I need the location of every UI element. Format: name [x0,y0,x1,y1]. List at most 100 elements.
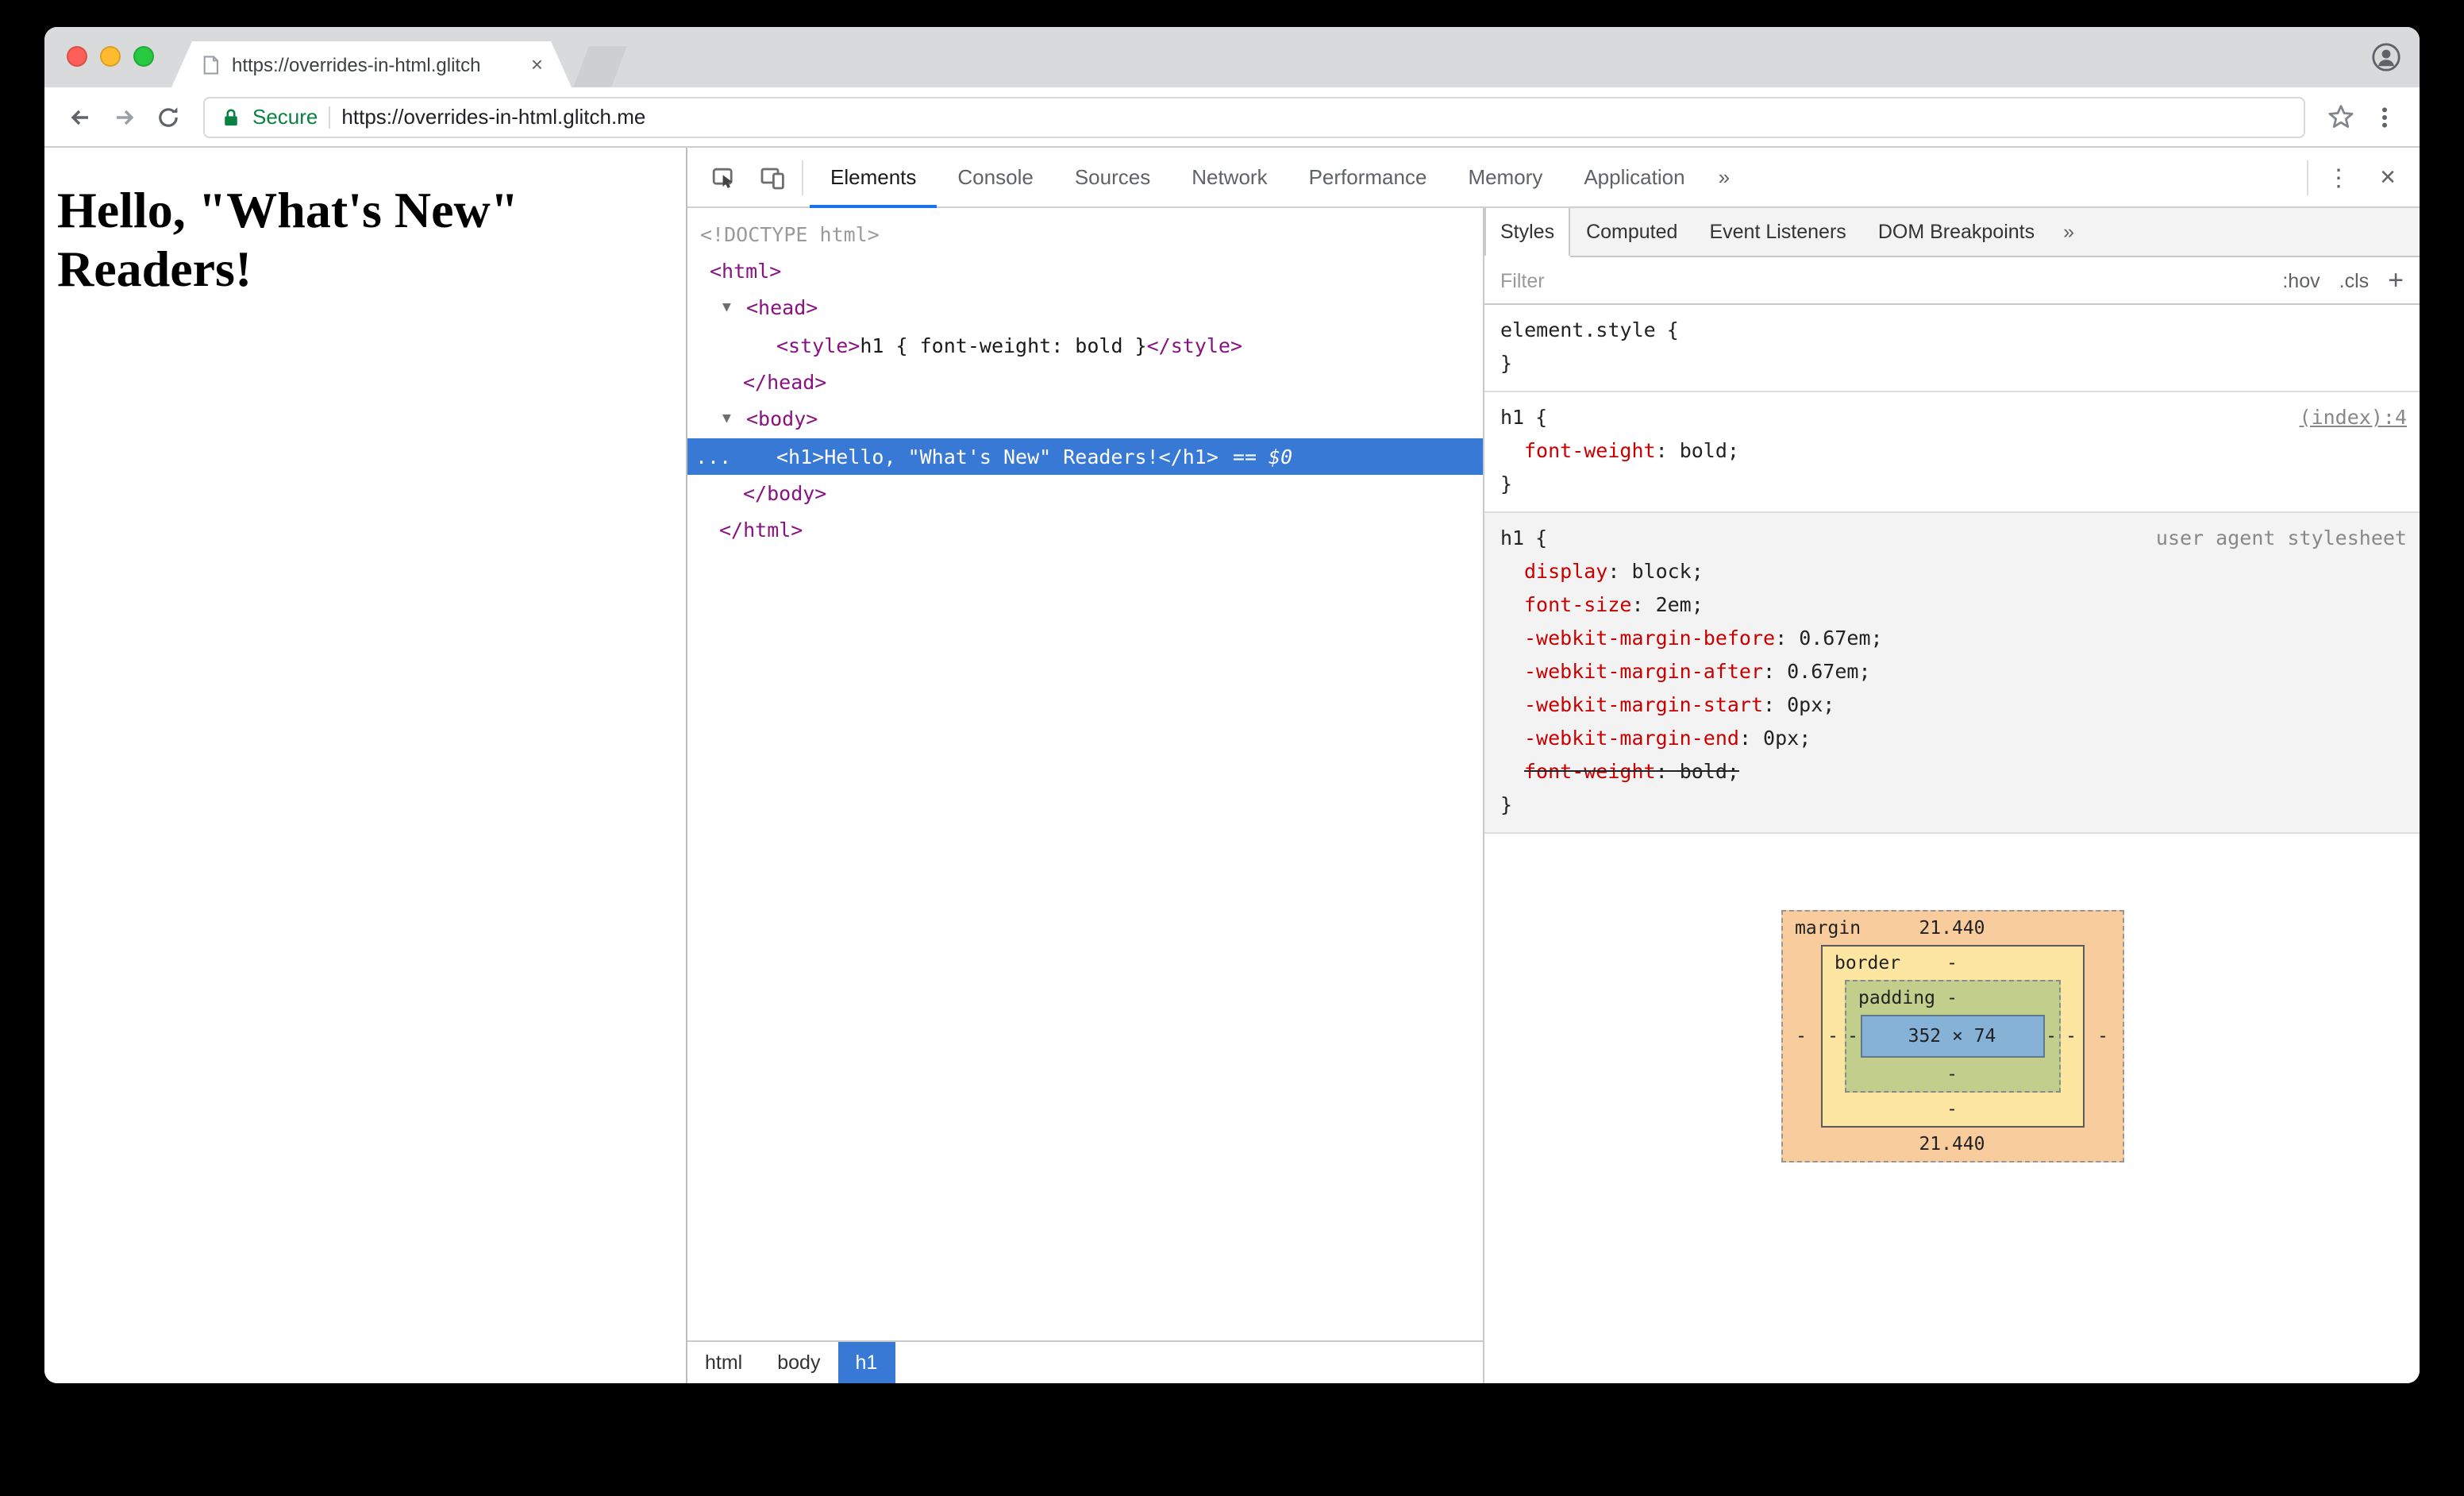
tree-row-h1-selected[interactable]: ... <h1>Hello, "What's New" Readers!</h1>… [687,438,1483,475]
devtools-tab-elements[interactable]: Elements [810,147,937,207]
tab-strip: https://overrides-in-html.glitch × [44,27,2420,87]
margin-bottom-value: 21.440 [1919,1132,1985,1155]
devtools-toolbar: Elements Console Sources Network Perform… [687,148,2420,208]
padding-left-value: - [1847,1024,1858,1047]
browser-menu-icon[interactable] [2362,94,2407,139]
url-separator [329,106,331,128]
zoom-window-button[interactable] [133,46,154,67]
back-button[interactable] [57,94,102,139]
border-right-value: - [2066,1024,2077,1047]
tab-close-icon[interactable]: × [531,54,543,75]
padding-label: padding [1858,986,1935,1008]
dollar-zero-hint: == $0 [1232,445,1293,468]
traffic-lights [67,46,154,67]
css-property: font-size: 2em; [1524,592,1704,616]
secure-label: Secure [252,105,318,129]
css-property[interactable]: font-weight: bold; [1500,434,2404,467]
rule-selector[interactable]: h1 [1500,405,1524,429]
new-tab-button[interactable] [573,46,627,87]
devtools: Elements Console Sources Network Perform… [687,148,2420,1383]
navigation-toolbar: Secure https://overrides-in-html.glitch.… [44,87,2420,148]
devtools-tab-application[interactable]: Application [1563,147,1705,207]
minimize-window-button[interactable] [100,46,121,67]
box-model-padding: padding - - 352 × 74 - - [1844,980,2060,1093]
sidebar-tab-dom-breakpoints[interactable]: DOM Breakpoints [1862,208,2050,256]
devtools-toolbar-right: ⋮ × [2300,147,2420,207]
window-content: Hello, "What's New" Readers! Elements Co… [44,148,2420,1383]
tree-row-html-close[interactable]: </html> [687,511,1483,548]
sidebar-tab-computed[interactable]: Computed [1570,208,1693,256]
elements-tree: <!DOCTYPE html> <html> ▼ <head> <style>h1… [687,208,1483,1340]
screen: https://overrides-in-html.glitch × Secur… [0,0,2464,1496]
inspect-element-icon[interactable] [700,147,748,207]
style-section-inline[interactable]: (index):4 h1{ font-weight: bold; } [1484,392,2420,513]
styles-sidebar: Styles Computed Event Listeners DOM Brea… [1484,208,2420,1383]
more-tabs-chevron[interactable]: » [1706,148,1742,206]
margin-label: margin [1795,916,1861,939]
breadcrumb-body[interactable]: body [760,1342,837,1383]
tree-row-head[interactable]: ▼ <head> [687,289,1483,327]
sidebar-more-chevron[interactable]: » [2050,208,2087,256]
devtools-close-icon[interactable]: × [2362,161,2413,193]
overflow-ellipsis[interactable]: ... [695,438,731,475]
devtools-tab-network[interactable]: Network [1171,147,1288,207]
border-top-value: - [1946,951,1958,974]
toolbar-separator [2307,160,2308,195]
lock-icon [225,108,237,125]
rule-selector[interactable]: element.style [1500,318,1656,341]
breadcrumb-bar: html body h1 [687,1340,1483,1383]
breadcrumb-html[interactable]: html [687,1342,760,1383]
element-classes-button[interactable]: .cls [2339,269,2370,291]
sidebar-tab-event-listeners[interactable]: Event Listeners [1693,208,1861,256]
devtools-tab-sources[interactable]: Sources [1054,147,1171,207]
css-property-overridden: font-weight: bold; [1524,759,1739,783]
content-size-value: 352 × 74 [1908,1024,1996,1047]
sidebar-tab-styles[interactable]: Styles [1484,208,1571,256]
new-style-rule-button[interactable]: + [2388,267,2404,294]
browser-tab[interactable]: https://overrides-in-html.glitch × [171,41,572,87]
device-toolbar-icon[interactable] [748,147,795,207]
css-property: display: block; [1524,559,1704,583]
reload-button[interactable] [146,94,191,139]
tree-row-html[interactable]: <html> [687,253,1483,289]
profile-icon[interactable] [2372,43,2400,71]
border-label: border [1835,951,1901,974]
devtools-tab-memory[interactable]: Memory [1447,147,1563,207]
tree-row-head-close[interactable]: </head> [687,364,1483,400]
tree-row-body[interactable]: ▼ <body> [687,400,1483,438]
disclosure-triangle-icon[interactable]: ▼ [722,291,746,327]
url-text: https://overrides-in-html.glitch.me [341,105,646,129]
style-section-element[interactable]: element.style{ } [1484,305,2420,392]
box-model-margin: margin 21.440 - border - - padding - - 3… [1781,910,2123,1162]
close-window-button[interactable] [67,46,87,67]
filter-input[interactable]: Filter [1500,269,2263,291]
toolbar-separator [802,160,803,195]
devtools-tab-performance[interactable]: Performance [1288,147,1448,207]
box-model-content: 352 × 74 [1860,1015,2044,1058]
margin-left-value: - [1796,1024,1807,1047]
forward-button[interactable] [102,94,146,139]
border-bottom-value: - [1946,1097,1958,1120]
margin-right-value: - [2097,1024,2108,1047]
tree-row-doctype[interactable]: <!DOCTYPE html> [687,216,1483,253]
box-model-border: border - - padding - - 352 × 74 - - - - [1820,945,2084,1128]
address-bar[interactable]: Secure https://overrides-in-html.glitch.… [203,96,2305,137]
breadcrumb-h1[interactable]: h1 [837,1342,895,1383]
browser-window: https://overrides-in-html.glitch × Secur… [44,27,2420,1383]
devtools-tab-console[interactable]: Console [937,147,1053,207]
margin-top-value: 21.440 [1919,916,1985,939]
styles-filter-row: Filter :hov .cls + [1484,257,2420,305]
hover-state-button[interactable]: :hov [2282,269,2320,291]
devtools-menu-icon[interactable]: ⋮ [2315,147,2362,207]
stylesheet-source-link[interactable]: (index):4 [2300,400,2407,434]
disclosure-triangle-icon[interactable]: ▼ [722,402,746,438]
devtools-main: <!DOCTYPE html> <html> ▼ <head> <style>h1… [687,208,2420,1383]
tree-row-body-close[interactable]: </body> [687,475,1483,511]
page-heading: Hello, "What's New" Readers! [57,181,519,297]
css-property: -webkit-margin-after: 0.67em; [1524,659,1871,683]
elements-panel: <!DOCTYPE html> <html> ▼ <head> <style>h1… [687,208,1484,1383]
bookmark-star-icon[interactable] [2318,94,2362,139]
padding-right-value: - [2046,1024,2057,1047]
tree-row-style[interactable]: <style>h1 { font-weight: bold }</style> [687,327,1483,364]
rule-selector: h1 [1500,526,1525,549]
